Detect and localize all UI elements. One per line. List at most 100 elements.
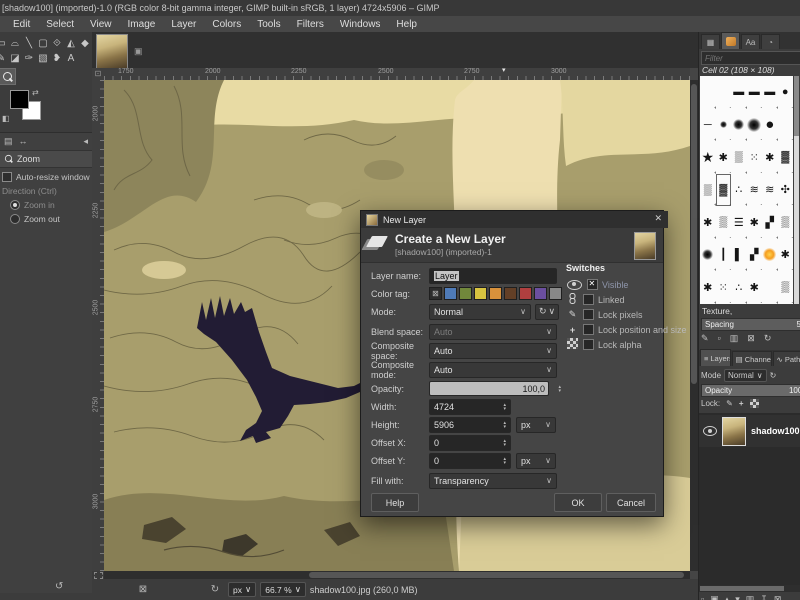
brush-thumbnail[interactable] [716, 76, 732, 109]
layers-scrollbar[interactable] [699, 585, 800, 592]
fuzzy-select-tool-icon[interactable]: ╲ [22, 36, 36, 51]
brush-thumbnail[interactable]: ✱ [747, 271, 763, 304]
brush-thumbnail[interactable]: ✱ [778, 239, 794, 272]
color-tag-swatch[interactable] [519, 287, 532, 300]
lock-alpha-icon[interactable] [750, 399, 759, 408]
free-select-tool-icon[interactable]: ⌓ [8, 36, 22, 51]
height-spinner[interactable]: ▴▾ [500, 421, 506, 429]
crop-tool-icon[interactable]: ▢ [36, 36, 50, 51]
eraser-tool-icon[interactable]: ◪ [8, 51, 22, 66]
brush-thumbnail[interactable]: ≋ [747, 174, 763, 207]
color-tag-swatch[interactable] [504, 287, 517, 300]
blend-space-dropdown[interactable]: Auto ∨ [429, 324, 557, 340]
brush-thumbnail[interactable]: ▓ [716, 174, 732, 207]
warp-tool-icon[interactable]: ◭ [64, 36, 78, 51]
menu-help[interactable]: Help [389, 17, 424, 32]
visible-checkbox[interactable] [587, 279, 598, 290]
color-area[interactable]: ⇄ ◧ [2, 88, 46, 128]
brush-thumbnail[interactable]: ∴ [731, 174, 747, 207]
reset-tool-icon[interactable]: ↺ [55, 581, 63, 592]
switch-lock-pixels[interactable]: ✎ Lock pixels [566, 307, 661, 322]
brush-grid-scrollbar[interactable] [794, 76, 799, 304]
raise-layer-button[interactable]: ▴ [725, 594, 730, 600]
color-tag-swatch[interactable] [489, 287, 502, 300]
brush-thumbnail[interactable]: ✱ [700, 206, 716, 239]
quickmask-toggle[interactable] [92, 571, 104, 579]
brush-thumbnail[interactable] [778, 109, 794, 142]
menu-edit[interactable]: Edit [6, 17, 37, 32]
switch-lock-position[interactable]: + Lock position and size [566, 322, 661, 337]
fill-with-dropdown[interactable]: Transparency ∨ [429, 473, 557, 489]
offset-x-spinner[interactable]: ▴▾ [500, 439, 506, 447]
zoom-out-option[interactable]: Zoom out [0, 210, 92, 224]
menu-select[interactable]: Select [39, 17, 81, 32]
refresh-brushes-button[interactable]: ↻ [764, 333, 772, 344]
delete-layer-button[interactable]: ⊠ [774, 594, 782, 600]
brush-thumbnail[interactable]: ✱ [716, 141, 732, 174]
edit-brush-button[interactable]: ✎ [701, 333, 709, 344]
brush-thumbnail[interactable]: ● [762, 109, 778, 142]
color-tag-swatch[interactable] [474, 287, 487, 300]
brush-thumbnail[interactable]: ☰ [731, 206, 747, 239]
brush-thumbnail[interactable] [762, 271, 778, 304]
duplicate-layer-button[interactable]: ▥ [746, 594, 755, 600]
brush-thumbnail[interactable]: ▒ [700, 174, 716, 207]
foreground-color-swatch[interactable] [10, 90, 29, 109]
brush-thumbnail[interactable]: ▬ [747, 76, 763, 109]
brush-thumbnail[interactable]: ▒ [778, 271, 794, 304]
offset-x-input[interactable]: 0 ▴▾ [429, 435, 511, 451]
brush-thumbnail[interactable] [747, 109, 763, 142]
ok-button[interactable]: OK [554, 493, 602, 512]
cancel-icon[interactable]: ⊠ [136, 584, 150, 595]
switch-linked[interactable]: Linked [566, 292, 661, 307]
mode-dropdown[interactable]: Normal ∨ [429, 304, 531, 320]
brush-thumbnail[interactable]: ≋ [762, 174, 778, 207]
swap-colors-icon[interactable]: ⇄ [32, 88, 39, 97]
dialog-titlebar[interactable]: New Layer ✕ [361, 211, 668, 228]
brush-thumbnail[interactable]: ✣ [778, 174, 794, 207]
tab-channels[interactable]: ▤ Channels [732, 351, 772, 366]
image-tab-thumbnail[interactable] [96, 34, 128, 69]
brush-thumbnail[interactable]: ▓ [778, 141, 794, 174]
color-tag-swatch[interactable] [549, 287, 562, 300]
zoom-in-option[interactable]: Zoom in [0, 196, 92, 210]
offset-y-spinner[interactable]: ▴▾ [500, 457, 506, 465]
duplicate-brush-button[interactable]: ▥ [730, 333, 739, 344]
brush-thumbnail[interactable]: ✱ [762, 141, 778, 174]
tab-menu-icon[interactable]: ▣ [134, 46, 143, 57]
offset-unit-dropdown[interactable]: px ∨ [516, 453, 556, 469]
brush-thumbnail[interactable]: ★ [700, 141, 716, 174]
brush-thumbnail[interactable]: ⁙ [747, 141, 763, 174]
linked-checkbox[interactable] [583, 294, 594, 305]
brush-thumbnail[interactable]: ▬ [731, 76, 747, 109]
clone-tool-icon[interactable]: ▧ [36, 51, 50, 66]
layer-name-input[interactable]: Layer [429, 268, 557, 284]
switch-lock-alpha[interactable]: Lock alpha [566, 337, 661, 352]
arrows-icon[interactable]: ↔ [19, 136, 28, 147]
zoom-dropdown[interactable]: 66.7 % ∨ [260, 582, 306, 597]
menu-windows[interactable]: Windows [333, 17, 388, 32]
spacing-slider[interactable]: Spacing 5 [701, 318, 800, 331]
layer-thumbnail[interactable] [722, 417, 746, 446]
mode-reset-button[interactable]: ↻ ∨ [535, 304, 559, 320]
brush-thumbnail[interactable]: ▒ [716, 206, 732, 239]
anchor-layer-button[interactable]: ↧ [760, 594, 768, 600]
menu-layer[interactable]: Layer [164, 17, 203, 32]
brush-thumbnail[interactable]: ⁙ [716, 271, 732, 304]
zoom-out-radio[interactable] [10, 214, 20, 224]
brush-thumbnail[interactable]: ✱ [700, 271, 716, 304]
opacity-spinner[interactable]: ▴▾ [555, 385, 561, 393]
layer-mode-dropdown[interactable]: Normal ∨ [724, 369, 767, 382]
brush-thumbnail[interactable] [716, 109, 732, 142]
wrench-icon[interactable]: ▤ [4, 136, 13, 147]
offset-y-input[interactable]: 0 ▴▾ [429, 453, 511, 469]
lower-layer-button[interactable]: ▾ [735, 594, 740, 600]
size-unit-dropdown[interactable]: px ∨ [516, 417, 556, 433]
brush-thumbnail[interactable]: ▌ [731, 239, 747, 272]
layer-row[interactable]: shadow100 [699, 415, 800, 447]
opacity-slider[interactable]: 100,0 [429, 381, 549, 396]
transform-tool-icon[interactable]: ⟐ [50, 36, 64, 51]
brush-thumbnail[interactable]: ● [778, 76, 794, 109]
composite-space-dropdown[interactable]: Auto ∨ [429, 343, 557, 359]
switch-visible[interactable]: Visible [566, 277, 661, 292]
